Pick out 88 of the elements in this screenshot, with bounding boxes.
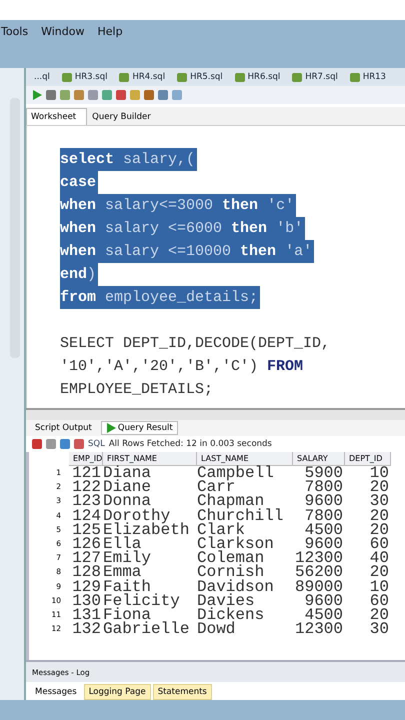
run-icon[interactable]	[106, 423, 116, 433]
table-cell-text: Dowd	[197, 622, 236, 636]
table-cell-text: 9600	[304, 536, 344, 552]
menu-item[interactable]: Help	[97, 25, 123, 38]
table-cell-text: Fiona	[103, 608, 152, 622]
table-cell-text: 30	[368, 622, 390, 636]
table-cell-text: 4500	[304, 608, 344, 622]
table-cell-text: 123	[71, 494, 102, 509]
file-tab[interactable]: HR13	[350, 72, 394, 82]
table-cell-text: Clark	[197, 522, 246, 537]
table-cell-text: 12300	[294, 622, 344, 636]
table-cell-text: 130	[71, 594, 102, 608]
table-cell-text: Coleman	[197, 551, 266, 566]
table-cell-text: Diana	[103, 466, 152, 480]
table-cell-text: Cornish	[197, 565, 264, 580]
result-tab[interactable]: Script Output	[30, 421, 97, 435]
editor-tab[interactable]: Worksheet	[26, 108, 88, 125]
table-cell-text: 4500	[304, 522, 344, 537]
table-cell-text: 7800	[304, 508, 344, 523]
table-cell-text: Donna	[103, 494, 152, 509]
table-cell-text: 89000	[294, 580, 344, 594]
file-tab[interactable]: HR4.sql	[119, 72, 174, 82]
column-header[interactable]: SALARY	[293, 452, 345, 466]
menu-item[interactable]: Tools	[1, 25, 28, 38]
table-cell-text: 132	[71, 622, 102, 636]
table-cell-text: 7800	[304, 480, 344, 494]
log-tab[interactable]: Logging Page	[84, 684, 151, 700]
table-cell-text: 12300	[294, 551, 344, 566]
file-tab[interactable]: HR6.sql	[234, 72, 288, 82]
table-cell-text: Dickens	[197, 608, 266, 622]
table-cell-text: 122	[71, 480, 102, 494]
table-cell-text: 60	[368, 594, 390, 608]
code-line: SELECT DEPT_ID,DECODE(DEPT_ID,	[60, 334, 332, 354]
column-header[interactable]: LAST_NAME	[197, 452, 293, 466]
table-cell-text: 30	[368, 494, 390, 509]
table-cell-text: 56200	[294, 565, 344, 580]
table-cell-text: Clarkson	[197, 536, 275, 552]
editor-tab[interactable]: Query Builder	[87, 108, 162, 125]
table-cell-text: 20	[368, 508, 390, 523]
status-text: All Rows Fetched: 12 in 0.003 seconds	[108, 439, 272, 449]
table-cell-text: 121	[71, 466, 102, 480]
file-tab[interactable]: HR3.sql	[62, 72, 116, 82]
table-cell-text: 126	[71, 536, 102, 552]
table-cell-text: 20	[368, 608, 390, 622]
table-cell-text: 20	[368, 480, 390, 494]
table-cell-text: Dorothy	[103, 508, 170, 523]
file-tab[interactable]: HR5.sql	[177, 72, 231, 82]
menu-item[interactable]: Window	[41, 25, 84, 38]
table-cell-text: 20	[368, 522, 390, 537]
table-cell-text: 131	[71, 608, 102, 622]
table-cell-text: Emma	[103, 565, 142, 580]
table-cell-text: Faith	[103, 580, 152, 594]
column-header[interactable]: DEPT_ID	[345, 452, 391, 466]
table-cell-text: 5900	[304, 466, 344, 480]
table-cell-text: 40	[368, 551, 390, 566]
result-tab[interactable]: Query Result	[100, 421, 178, 435]
table-cell-text: 9600	[304, 494, 344, 509]
table-cell-text: 60	[368, 536, 390, 552]
table-cell-text: Felicity	[103, 594, 181, 608]
table-cell-text: 127	[71, 551, 102, 566]
table-cell-text: 125	[71, 522, 102, 537]
table-cell-text: Chapman	[197, 494, 264, 509]
table-cell-text: 10	[368, 580, 390, 594]
table-cell-text: Davidson	[197, 580, 275, 594]
file-tab[interactable]: HR7.sql	[292, 72, 346, 82]
table-cell-text: 124	[71, 508, 102, 523]
table-cell-text: Emily	[103, 551, 152, 566]
table-cell-text: Campbell	[197, 466, 275, 480]
file-tab[interactable]: ...ql	[34, 72, 58, 82]
table-cell-text: Davies	[197, 594, 255, 608]
code-line: EMPLOYEE_DETAILS;	[60, 380, 214, 400]
sql-link[interactable]: SQL	[88, 439, 105, 449]
column-header[interactable]: EMP_ID	[69, 452, 103, 466]
table-cell-text: 128	[71, 565, 102, 580]
table-cell-text: 9600	[304, 594, 344, 608]
column-header[interactable]: FIRST_NAME	[103, 452, 197, 466]
table-cell-text: Elizabeth	[103, 522, 190, 537]
table-cell-text: Carr	[197, 480, 236, 494]
table-cell-text: 20	[368, 565, 390, 580]
table-cell-text: Ella	[103, 536, 142, 552]
code-line: '10','A','20','B','C') FROM	[60, 357, 304, 377]
table-cell-text: 129	[71, 580, 102, 594]
table-cell-text: Churchill	[197, 508, 284, 523]
table-cell-text: 10	[368, 466, 390, 480]
table-cell-text: Diane	[103, 480, 152, 494]
log-tab[interactable]: Statements	[152, 684, 212, 700]
table-cell-text: Gabrielle	[103, 622, 190, 636]
run-icon[interactable]	[32, 90, 42, 100]
